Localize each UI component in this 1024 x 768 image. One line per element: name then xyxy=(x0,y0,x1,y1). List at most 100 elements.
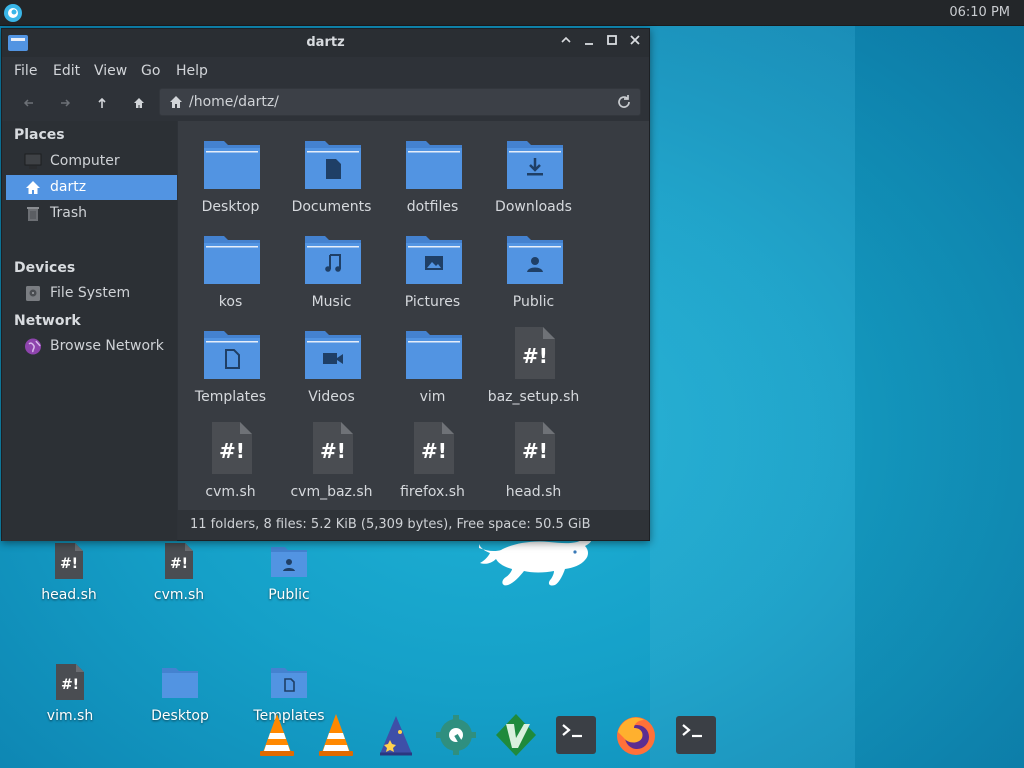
menu-file[interactable]: File xyxy=(12,61,39,81)
script-icon: #! xyxy=(159,541,199,581)
home-icon xyxy=(134,98,144,108)
file-item-vim[interactable]: vim xyxy=(382,317,483,409)
up-button[interactable] xyxy=(92,93,112,113)
file-item-desktop[interactable]: Desktop xyxy=(180,127,281,219)
file-label: Documents xyxy=(291,199,372,215)
sidebar-item-computer[interactable]: Computer xyxy=(6,149,177,174)
sidebar-item-dartz[interactable]: dartz xyxy=(6,175,177,200)
file-label: Pictures xyxy=(404,294,461,310)
file-item-templates[interactable]: Templates xyxy=(180,317,281,409)
minimize-button[interactable] xyxy=(580,34,598,52)
vim-icon xyxy=(496,714,536,756)
home-icon xyxy=(26,181,40,194)
arrow-right-icon xyxy=(61,99,71,107)
dock-vim[interactable] xyxy=(494,712,538,758)
file-item-baz-setup[interactable]: #! baz_setup.sh xyxy=(483,317,584,409)
file-label: firefox.sh xyxy=(400,484,465,500)
menu-help[interactable]: Help xyxy=(174,61,210,81)
window-title: dartz xyxy=(306,35,345,50)
file-item-cvm-baz[interactable]: #! cvm_baz.sh xyxy=(281,412,382,504)
sidebar-item-file-system[interactable]: File System xyxy=(6,281,177,306)
dock-settings[interactable] xyxy=(434,712,478,758)
file-item-music[interactable]: Music xyxy=(281,222,382,314)
sidebar-item-browse-network[interactable]: Browse Network xyxy=(6,334,177,359)
file-label: Public xyxy=(512,294,555,310)
file-label: dotfiles xyxy=(406,199,459,215)
file-item-documents[interactable]: Documents xyxy=(281,127,382,219)
file-item-cvm[interactable]: #! cvm.sh xyxy=(180,412,281,504)
trash-icon xyxy=(27,207,39,221)
svg-text:#!: #! xyxy=(60,556,78,572)
clock[interactable]: 06:10 PM xyxy=(949,5,1010,20)
back-button[interactable] xyxy=(19,93,39,113)
file-label: Templates xyxy=(194,389,267,405)
folder-documents-icon xyxy=(305,141,361,189)
folder-public-icon xyxy=(269,541,309,581)
reload-icon[interactable] xyxy=(616,94,632,110)
folder-public-icon xyxy=(507,236,563,284)
folder-icon xyxy=(160,662,200,702)
file-item-dotfiles[interactable]: dotfiles xyxy=(382,127,483,219)
file-label: vim xyxy=(419,389,446,405)
dock-wizard[interactable] xyxy=(374,712,418,758)
script-icon: #! xyxy=(414,422,454,474)
file-item-pictures[interactable]: Pictures xyxy=(382,222,483,314)
sidebar: Places Computer dartz Trash Devices File… xyxy=(2,121,177,541)
desktop-icon-label: Desktop xyxy=(151,708,209,724)
path-text[interactable]: /home/dartz/ xyxy=(189,94,279,110)
file-label: Music xyxy=(311,294,352,310)
desktop-icon-vim[interactable]: #! vim.sh xyxy=(20,662,120,742)
maximize-button[interactable] xyxy=(603,34,621,52)
dock-terminal-1[interactable] xyxy=(554,712,598,758)
menu-edit[interactable]: Edit xyxy=(51,61,82,81)
settings-icon xyxy=(436,715,476,755)
drive-icon xyxy=(26,286,40,301)
file-item-downloads[interactable]: Downloads xyxy=(483,127,584,219)
file-item-kos[interactable]: kos xyxy=(180,222,281,314)
dock-vlc-1[interactable] xyxy=(255,712,299,758)
forward-button[interactable] xyxy=(55,93,75,113)
desktop-icon-cvm[interactable]: #! cvm.sh xyxy=(129,541,229,621)
terminal-icon xyxy=(556,716,596,754)
shade-button[interactable] xyxy=(557,34,575,52)
menu-go[interactable]: Go xyxy=(139,61,162,81)
places-header: Places xyxy=(14,127,65,143)
file-item-videos[interactable]: Videos xyxy=(281,317,382,409)
dock-terminal-2[interactable] xyxy=(674,712,718,758)
folder-videos-icon xyxy=(305,331,361,379)
arrow-left-icon xyxy=(23,99,33,107)
folder-templates-icon xyxy=(204,331,260,379)
sidebar-item-label: dartz xyxy=(50,179,87,195)
desktop-icon-head[interactable]: #! head.sh xyxy=(19,541,119,621)
status-bar: 11 folders, 8 files: 5.2 KiB (5,309 byte… xyxy=(178,510,649,540)
sidebar-item-trash[interactable]: Trash xyxy=(6,201,177,226)
svg-text:#!: #! xyxy=(170,556,188,572)
desktop-icon-label: head.sh xyxy=(41,587,97,603)
svg-text:#!: #! xyxy=(522,344,548,368)
file-manager-window: dartz File Edit View Go Help /home/dartz… xyxy=(1,28,650,541)
file-item-head[interactable]: #! head.sh xyxy=(483,412,584,504)
folder-download-icon xyxy=(507,141,563,189)
whisker-menu-icon[interactable] xyxy=(4,4,22,22)
svg-text:#!: #! xyxy=(421,439,447,463)
file-item-firefox[interactable]: #! firefox.sh xyxy=(382,412,483,504)
desktop-icon-desktop[interactable]: Desktop xyxy=(130,662,230,742)
folder-templates-icon xyxy=(269,662,309,702)
network-header: Network xyxy=(14,313,81,329)
file-label: cvm.sh xyxy=(205,484,256,500)
sidebar-item-label: Trash xyxy=(50,205,87,221)
menu-view[interactable]: View xyxy=(92,61,129,81)
location-bar[interactable]: /home/dartz/ xyxy=(159,88,641,116)
desktop-icon-label: cvm.sh xyxy=(153,587,205,603)
status-text: 11 folders, 8 files: 5.2 KiB (5,309 byte… xyxy=(190,517,591,532)
computer-icon xyxy=(24,153,42,169)
home-button[interactable] xyxy=(129,93,149,113)
file-item-public[interactable]: Public xyxy=(483,222,584,314)
desktop-icon-public[interactable]: Public xyxy=(239,541,339,621)
title-bar[interactable]: dartz xyxy=(2,29,649,57)
close-button[interactable] xyxy=(626,34,644,52)
dock-firefox[interactable] xyxy=(614,712,658,758)
desktop-icon-label: vim.sh xyxy=(46,708,94,724)
svg-text:#!: #! xyxy=(61,677,79,693)
dock-vlc-2[interactable] xyxy=(314,712,358,758)
